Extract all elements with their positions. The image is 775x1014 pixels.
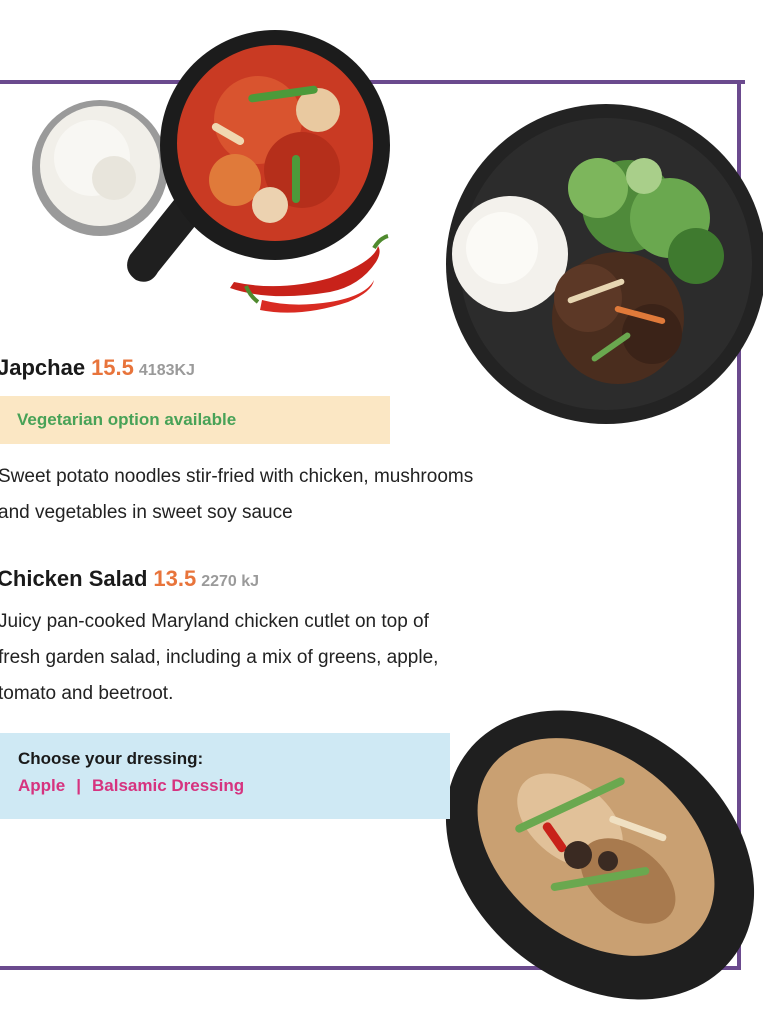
chicken-salad-description: Juicy pan-cooked Maryland chicken cutlet… [0, 604, 438, 712]
japchae-price: 15.5 [91, 355, 134, 380]
chicken-salad-description-line: Juicy pan-cooked Maryland chicken cutlet… [0, 611, 429, 632]
dressing-options: Apple | Balsamic Dressing [18, 776, 244, 796]
chicken-salad-title: Chicken Salad 13.5 2270 kJ [0, 566, 259, 592]
dressing-label: Choose your dressing: [18, 749, 204, 768]
dressing-option-balsamic: Balsamic Dressing [92, 776, 245, 795]
japchae-energy: 4183KJ [138, 362, 195, 379]
dressing-selector: Choose your dressing: Apple | Balsamic Dre… [0, 733, 450, 819]
vegetarian-badge-text: Vegetarian option available [17, 410, 237, 429]
dressing-separator: | [76, 776, 81, 795]
salad-plate-image [446, 104, 763, 424]
chicken-salad-name: Chicken Salad [0, 566, 148, 591]
japchae-description-line: and vegetables in sweet soy sauce [0, 502, 293, 523]
chicken-salad-description-line: fresh garden salad, including a mix of g… [0, 647, 439, 668]
dressing-option-apple: Apple [18, 776, 66, 795]
japchae-title: Japchae 15.5 4183KJ [0, 355, 195, 381]
chicken-salad-energy: 2270 kJ [201, 573, 260, 590]
japchae-name: Japchae [0, 355, 86, 380]
japchae-description: Sweet potato noodles stir-fried with chi… [0, 459, 473, 531]
chicken-dish-image [445, 710, 755, 1000]
japchae-description-line: Sweet potato noodles stir-fried with chi… [0, 466, 474, 487]
vegetarian-badge: Vegetarian option available [0, 396, 390, 444]
chicken-salad-price: 13.5 [153, 566, 197, 591]
japchae-skillet-image [32, 30, 390, 313]
chicken-salad-description-line: tomato and beetroot. [0, 683, 174, 704]
